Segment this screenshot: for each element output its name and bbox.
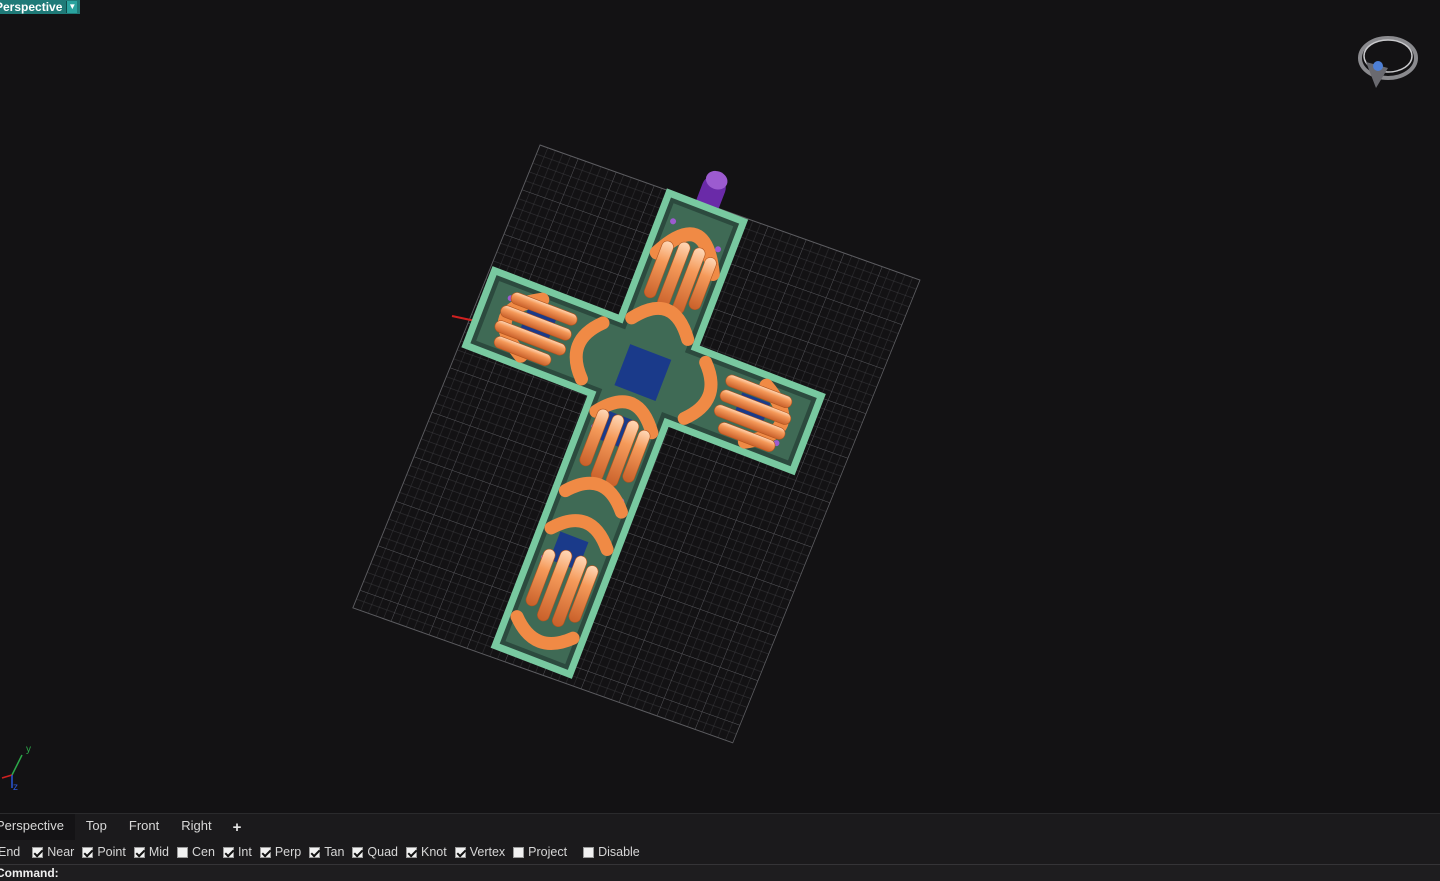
osnap-checkbox[interactable] [454,846,466,858]
osnap-checkbox[interactable] [406,846,417,858]
tab-front[interactable]: Front [118,814,170,840]
osnap-tan[interactable]: Tan [309,845,344,859]
add-tab-button[interactable]: + [223,819,252,836]
ring-view-cube-icon[interactable] [1358,36,1418,88]
osnap-checkbox[interactable] [32,846,44,858]
viewport-title-tab[interactable]: Perspective ▼ [0,0,81,14]
chevron-down-icon[interactable]: ▼ [66,1,78,13]
command-input[interactable] [58,865,1440,881]
osnap-checkbox[interactable] [309,846,321,858]
osnap-label: Near [47,845,75,859]
osnap-int[interactable]: Int [222,845,252,859]
osnap-checkbox[interactable] [222,846,234,858]
osnap-near[interactable]: Near [32,845,74,859]
axis-z-label: z [13,782,18,793]
osnap-label: Disable [598,845,640,859]
osnap-checkbox[interactable] [82,846,94,858]
tab-perspective[interactable]: Perspective [0,814,75,840]
tab-label: Right [181,818,212,833]
osnap-project[interactable]: Project [513,845,567,859]
osnap-end[interactable]: End [0,845,20,859]
command-bar: Command: [0,864,1440,881]
viewport-title[interactable]: Perspective [0,0,62,14]
osnap-disable[interactable]: Disable [583,845,640,859]
osnap-label: Mid [148,845,169,859]
axis-y-label: y [26,744,31,755]
tab-label: Perspective [0,818,64,833]
osnap-quad[interactable]: Quad [352,845,398,859]
osnap-label: Knot [421,845,447,859]
viewport-tabs: Perspective Top Front Right + [0,813,1440,840]
osnap-checkbox[interactable] [259,846,271,858]
tab-label: Top [85,818,107,833]
osnap-mid[interactable]: Mid [133,845,169,859]
osnap-checkbox[interactable] [583,846,595,858]
tab-top[interactable]: Top [75,814,118,840]
viewport-scene[interactable]: y z [0,0,1440,813]
osnap-bar: End Near Point Mid Cen Int Perp Tan Quad Knot Vert… [0,840,1440,864]
tab-right[interactable]: Right [170,814,222,840]
axis-widget: y z [1,744,31,793]
osnap-label: Project [528,845,568,859]
osnap-checkbox[interactable] [513,846,525,858]
command-label: Command: [0,866,59,880]
osnap-checkbox[interactable] [177,846,188,858]
osnap-label: Perp [274,845,302,859]
tab-label: Front [128,818,160,833]
osnap-perp[interactable]: Perp [259,845,302,859]
osnap-checkbox[interactable] [133,846,145,858]
osnap-label: Int [237,845,252,859]
osnap-knot[interactable]: Knot [406,845,447,859]
osnap-label: Quad [367,845,398,859]
osnap-vertex[interactable]: Vertex [454,845,506,859]
osnap-label: End [0,845,21,859]
osnap-label: Point [97,845,126,859]
perspective-viewport[interactable]: y z Perspective ▼ [0,0,1440,813]
osnap-cen[interactable]: Cen [177,845,215,859]
osnap-checkbox[interactable] [352,846,364,858]
osnap-label: Cen [192,845,215,859]
osnap-label: Tan [324,845,345,859]
osnap-point[interactable]: Point [82,845,126,859]
osnap-label: Vertex [469,845,506,859]
